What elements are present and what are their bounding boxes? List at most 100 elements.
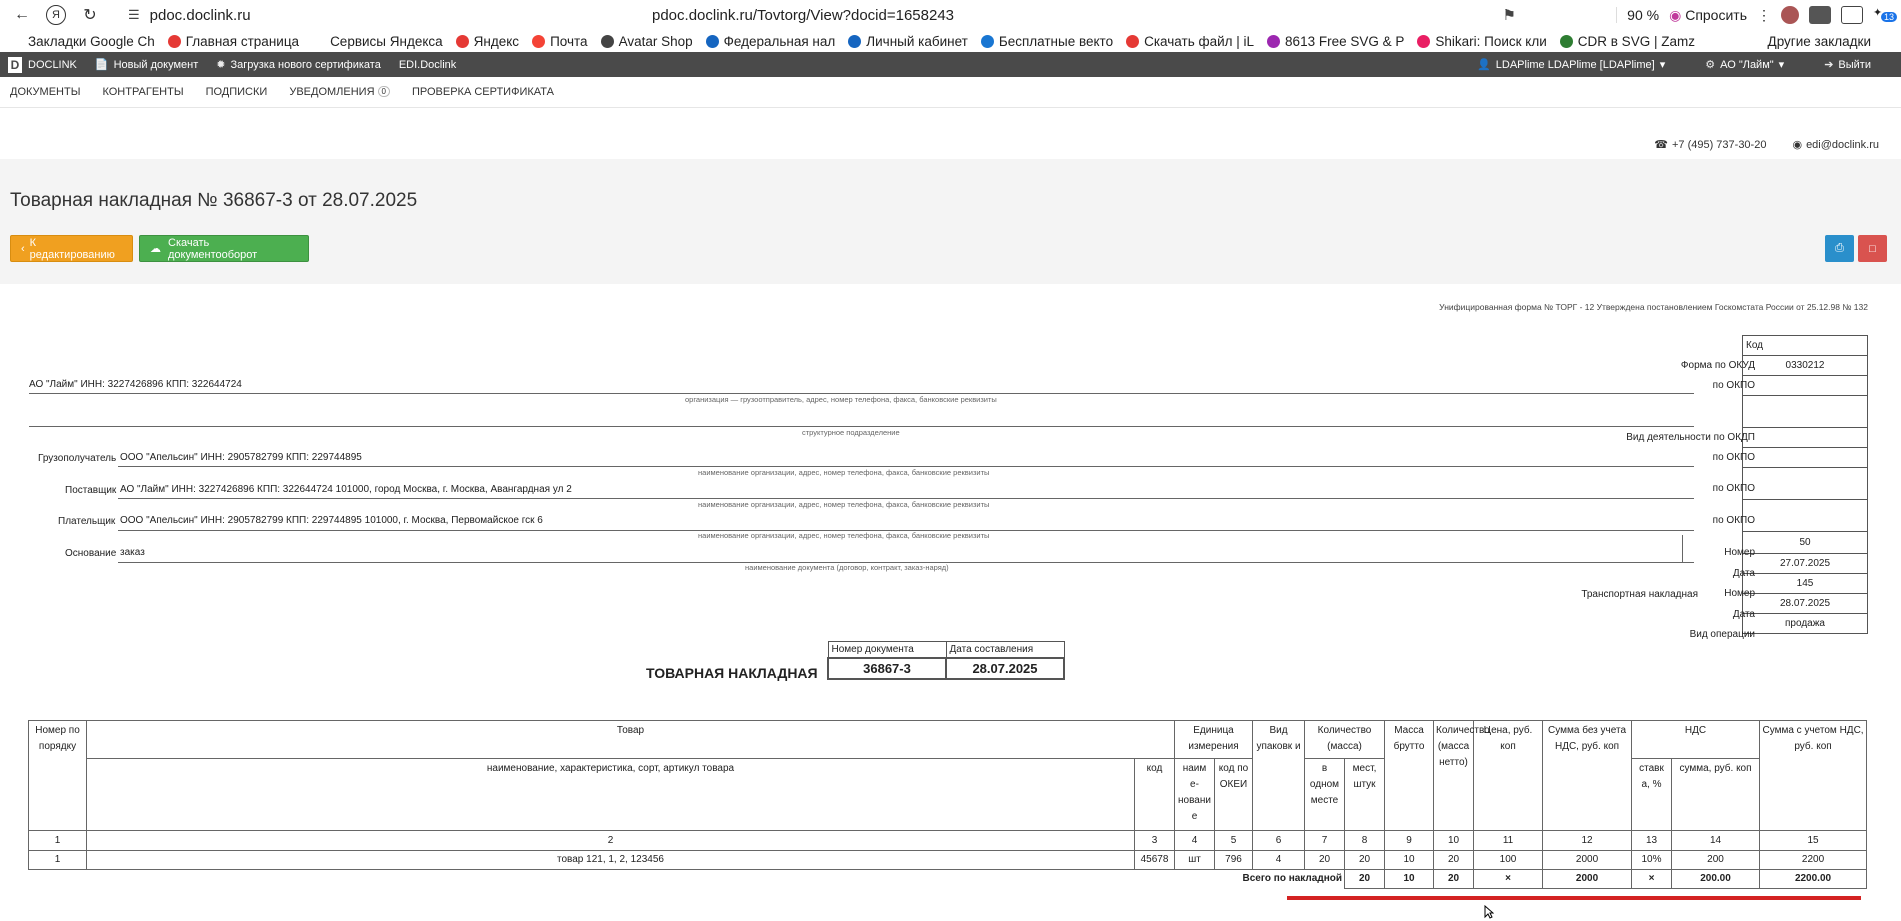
edi-link[interactable]: EDI.Doclink: [399, 59, 456, 71]
print-button[interactable]: ⎙: [1825, 235, 1854, 262]
transport-date-value: 28.07.2025: [1742, 593, 1868, 614]
menu-documents[interactable]: ДОКУМЕНТЫ: [10, 86, 80, 98]
bookmark-item[interactable]: Главная страница: [167, 33, 300, 49]
column-number: 8: [1343, 830, 1386, 851]
extensions-puzzle-icon[interactable]: ✦ 13: [1873, 6, 1897, 24]
division-hint: структурное подразделение: [802, 428, 900, 437]
cloud-download-icon: ☁: [150, 243, 161, 255]
bookmark-label: Главная страница: [185, 33, 300, 49]
table-cell: 4: [1252, 850, 1305, 870]
bookmark-favicon-icon: [1417, 34, 1431, 48]
extension-monitor-icon[interactable]: [1809, 6, 1831, 24]
total-row: Всего по накладной 20 10 20 × 2000 × 200…: [29, 869, 1868, 889]
upload-certificate-link[interactable]: ✹ Загрузка нового сертификата: [216, 58, 381, 72]
bookmark-icon[interactable]: ⚑: [1503, 6, 1516, 24]
docdate-value: 28.07.2025: [945, 657, 1065, 680]
operation-value: продажа: [1742, 613, 1868, 634]
main-menu: ДОКУМЕНТЫ КОНТРАГЕНТЫ ПОДПИСКИ УВЕДОМЛЕН…: [0, 77, 1901, 108]
total-cell: 2000: [1542, 869, 1633, 889]
payer-label: Плательщик: [58, 516, 116, 527]
bookmark-item[interactable]: Avatar Shop: [600, 33, 693, 49]
bookmark-label: Почта: [550, 33, 588, 49]
logo[interactable]: D DOCLINK: [8, 56, 77, 73]
table-cell: 2200: [1759, 850, 1868, 870]
extension-gift-icon[interactable]: [1841, 6, 1863, 24]
bookmark-item[interactable]: Сервисы Яндекса: [312, 34, 443, 49]
bookmark-label: Бесплатные векто: [998, 33, 1114, 49]
payer-value: ООО "Апельсин" ИНН: 2905782799 КПП: 2297…: [120, 515, 543, 526]
bookmark-favicon-icon: [705, 34, 719, 48]
okpo-label: по ОКПО: [1712, 380, 1755, 391]
table-cell: 1: [28, 850, 87, 870]
bookmark-item[interactable]: Яндекс: [455, 34, 519, 49]
more-menu-icon[interactable]: ⋮: [1757, 7, 1771, 24]
column-number: 1: [28, 830, 87, 851]
email-icon: ◉: [1792, 139, 1803, 151]
edit-button-label: К редактированию: [29, 236, 115, 261]
org-menu[interactable]: ⚙ АО "Лайм" ▾: [1705, 58, 1784, 72]
new-document-label: Новый документ: [113, 58, 199, 71]
bookmark-item[interactable]: Shikari: Поиск кли: [1417, 34, 1547, 49]
chevron-left-icon: ‹: [21, 242, 25, 255]
url-full: pdoc.doclink.ru/Tovtorg/View?docid=16582…: [652, 6, 955, 24]
ask-button[interactable]: ◉ Спросить: [1669, 7, 1747, 24]
total-cell: ×: [1631, 869, 1673, 889]
extension-badge: 13: [1880, 12, 1897, 22]
bookmark-favicon-icon: [600, 34, 614, 48]
field-line: [29, 393, 1694, 394]
docnum-value: 36867-3: [827, 657, 947, 680]
header-gross: Масса брутто: [1384, 720, 1435, 831]
certificate-icon: ✹: [216, 59, 226, 71]
extension-avatar-icon[interactable]: [1781, 6, 1799, 24]
transport-label: Транспортная накладная: [1581, 589, 1698, 600]
total-cell: ×: [1473, 869, 1544, 889]
bookmark-item[interactable]: CDR в SVG | Zamz: [1559, 34, 1695, 49]
download-button[interactable]: ☁ Скачать документооборот: [139, 235, 309, 262]
document-heading: ТОВАРНАЯ НАКЛАДНАЯ: [646, 665, 818, 681]
edit-button[interactable]: ‹ К редактированию: [10, 235, 133, 262]
field-line: [118, 466, 1694, 467]
table-cell: 100: [1473, 850, 1544, 870]
bookmark-item[interactable]: 8613 Free SVG & P: [1267, 34, 1404, 49]
total-cell: 20: [1343, 869, 1386, 889]
bookmark-label: Avatar Shop: [618, 33, 693, 49]
operation-label: Вид операции: [1689, 629, 1755, 640]
reload-icon[interactable]: ↻: [76, 3, 104, 27]
header-goods: Товар: [86, 720, 1175, 759]
bookmarks-bar: Закладки Google Ch Главная страница Сервис…: [0, 30, 1901, 52]
codes-table: Код 0330212 50 27.07.2025 145 28.07.2025…: [1742, 335, 1868, 634]
bookmark-item[interactable]: Личный кабинет: [848, 34, 968, 49]
logout-link[interactable]: ➔ Выйти: [1824, 58, 1871, 72]
back-arrow-icon[interactable]: ←: [8, 3, 36, 27]
print-icon: ⎙: [1835, 242, 1844, 254]
bookmark-item[interactable]: Скачать файл | iL: [1126, 34, 1254, 49]
bookmark-item[interactable]: Закладки Google Ch: [10, 34, 155, 49]
yandex-button-icon[interactable]: Я: [42, 3, 70, 27]
table-cell: 45678: [1134, 850, 1175, 870]
basis-number-label: Номер: [1724, 547, 1755, 558]
column-number: 6: [1252, 830, 1305, 851]
user-menu[interactable]: 👤 LDAPlime LDAPlime [LDAPlime] ▾: [1477, 58, 1665, 72]
zoom-level[interactable]: 90 %: [1616, 7, 1659, 23]
pdf-button[interactable]: □: [1858, 235, 1887, 262]
total-cell: 200.00: [1671, 869, 1761, 889]
items-table: Номер по порядку Товар Единица измерения…: [28, 720, 1868, 889]
bookmark-label: Личный кабинет: [866, 33, 968, 49]
bookmark-item[interactable]: Бесплатные векто: [980, 33, 1114, 49]
other-bookmarks[interactable]: Другие закладки: [1768, 34, 1871, 49]
header-sum-vat: Сумма с учетом НДС, руб. коп: [1759, 720, 1868, 831]
menu-contractors[interactable]: КОНТРАГЕНТЫ: [102, 86, 183, 98]
site-info-icon[interactable]: ☰: [128, 7, 140, 23]
table-row: 1 товар 121, 1, 2, 123456 45678 шт 796 4 20 20 1…: [28, 850, 1868, 870]
user-icon: 👤: [1477, 59, 1491, 71]
phone: ☎ +7 (495) 737-30-20: [1654, 138, 1766, 151]
address-bar[interactable]: ☰ pdoc.doclink.ru pdoc.doclink.ru/Tovtor…: [128, 2, 1518, 28]
menu-subscriptions[interactable]: ПОДПИСКИ: [206, 86, 268, 98]
bookmark-item[interactable]: Федеральная нал: [705, 34, 835, 49]
bookmark-item[interactable]: Почта: [532, 34, 588, 49]
mouse-cursor-icon: [1484, 905, 1494, 919]
email[interactable]: ◉ edi@doclink.ru: [1792, 138, 1879, 151]
menu-cert-check[interactable]: ПРОВЕРКА СЕРТИФИКАТА: [412, 86, 554, 98]
new-document-link[interactable]: 📄 Новый документ: [95, 58, 199, 72]
menu-notifications[interactable]: УВЕДОМЛЕНИЯ 0: [289, 86, 390, 98]
